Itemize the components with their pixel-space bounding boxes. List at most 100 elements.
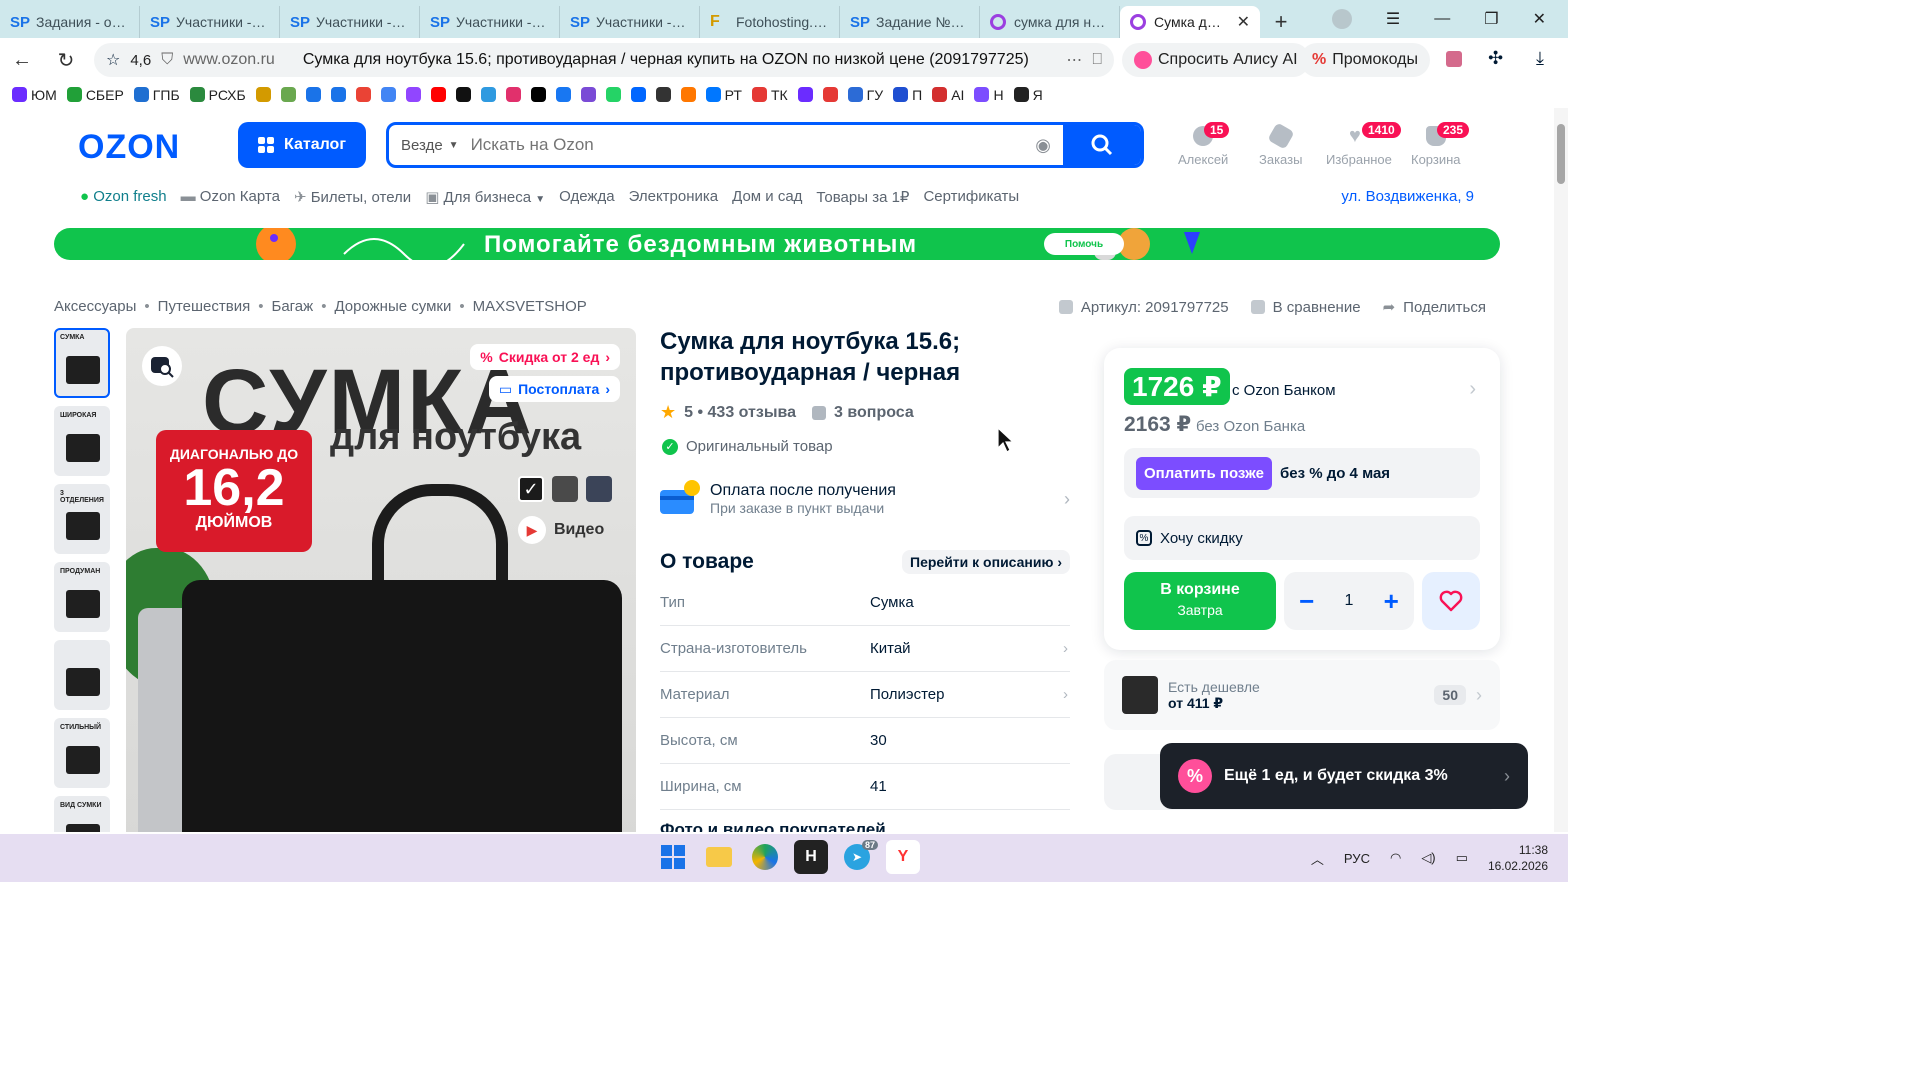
to-description-link[interactable]: Перейти к описанию › — [902, 550, 1070, 574]
pay-later-button[interactable]: Оплатить позже — [1136, 456, 1272, 490]
yandex-browser-icon[interactable]: Y — [886, 840, 920, 874]
restore-button[interactable]: ❐ — [1484, 9, 1498, 29]
increase-button[interactable]: + — [1384, 586, 1399, 617]
file-explorer-icon[interactable] — [702, 840, 736, 874]
minimize-button[interactable]: — — [1434, 10, 1450, 28]
banner-help-button[interactable]: Помочь — [1044, 233, 1124, 255]
chevron-right-icon[interactable]: › — [1469, 378, 1476, 401]
add-to-favorites-button[interactable] — [1422, 572, 1480, 630]
compare-button[interactable]: В сравнение — [1250, 298, 1361, 316]
bookmark-item[interactable] — [605, 87, 621, 102]
bookmark-item[interactable]: ГПБ — [133, 87, 180, 103]
search-scope-dropdown[interactable]: Везде ▼ — [389, 125, 471, 165]
in-cart-button[interactable]: В корзине Завтра — [1124, 572, 1276, 630]
edge-browser-icon[interactable] — [748, 840, 782, 874]
image-search-icon[interactable] — [142, 346, 182, 386]
extensions-icon[interactable]: ✣ — [1488, 48, 1503, 69]
new-tab-button[interactable]: + — [1266, 7, 1296, 37]
profile-link[interactable]: 15 Алексей — [1178, 122, 1230, 167]
bookmark-item[interactable] — [455, 87, 471, 102]
bookmark-item[interactable] — [430, 87, 446, 102]
cheaper-offers[interactable]: Есть дешевле от 411 ₽ 50 › — [1104, 660, 1500, 730]
bookmark-icon[interactable]: ⎕ — [1092, 51, 1102, 69]
pay-after-receipt[interactable]: Оплата после получения При заказе в пунк… — [660, 480, 1070, 518]
bookmark-item[interactable] — [505, 87, 521, 102]
breadcrumb-item[interactable]: Багаж — [271, 298, 313, 315]
bookmark-item[interactable] — [655, 87, 671, 102]
h-app-icon[interactable]: H — [794, 840, 828, 874]
downloads-icon[interactable]: ⤓ — [1536, 48, 1544, 69]
breadcrumb-item[interactable]: MAXSVETSHOP — [473, 298, 587, 315]
bookmark-item[interactable] — [305, 87, 321, 102]
breadcrumb-item[interactable]: Путешествия — [158, 298, 251, 315]
browser-tab[interactable]: F Fotohosting.Pro — [700, 6, 840, 38]
subnav-item[interactable]: ● Ozon fresh — [80, 188, 167, 206]
bookmark-item[interactable] — [355, 87, 371, 102]
sku-label[interactable]: Артикул: 2091797725 — [1058, 298, 1229, 316]
reload-button[interactable]: ↻ — [44, 48, 88, 73]
browser-tab-active[interactable]: Сумка для н ✕ — [1120, 6, 1260, 38]
bookmark-item[interactable]: ГУ — [847, 87, 883, 103]
thumbnail[interactable]: ВИД СУМКИ — [54, 796, 110, 832]
windows-start-icon[interactable] — [656, 840, 690, 874]
extension-photo-icon[interactable] — [1446, 51, 1462, 67]
pay-later-row[interactable]: Оплатить позже без % до 4 мая — [1124, 448, 1480, 498]
telegram-icon[interactable]: ➤ 87 — [840, 840, 878, 874]
thumbnail[interactable]: ШИРОКАЯ — [54, 406, 110, 476]
address-bar[interactable]: ☆ 4,6 ⛉ www.ozon.ru Сумка для ноутбука 1… — [94, 43, 1114, 77]
battery-icon[interactable]: ▭ — [1456, 850, 1468, 866]
bookmark-item[interactable]: ЮМ — [12, 87, 57, 103]
browser-tab[interactable]: SP Участники - пр — [420, 6, 560, 38]
bookmark-item[interactable] — [330, 87, 346, 102]
close-tab-icon[interactable]: ✕ — [1237, 12, 1250, 32]
bookmark-item[interactable] — [580, 87, 596, 102]
ozon-logo[interactable]: OZON — [78, 128, 180, 167]
menu-icon[interactable]: ☰ — [1386, 9, 1400, 29]
discount-toast[interactable]: % Ещё 1 ед, и будет скидка 3% › — [1160, 743, 1528, 809]
search-input[interactable] — [470, 135, 1036, 155]
bookmark-item[interactable] — [255, 87, 271, 102]
bookmark-item[interactable]: П — [893, 87, 922, 103]
shield-icon[interactable]: ⛉ — [161, 51, 173, 69]
bookmark-item[interactable] — [822, 87, 838, 102]
thumbnail[interactable]: СУМКА — [54, 328, 110, 398]
subnav-item[interactable]: Одежда — [559, 188, 614, 206]
reviews-link[interactable]: 5 • 433 отзыва — [684, 404, 796, 422]
subnav-item[interactable]: Товары за 1₽ — [816, 188, 909, 206]
thumbnail[interactable]: ПРОДУМАН — [54, 562, 110, 632]
chevron-up-icon[interactable]: ︿ — [1311, 849, 1324, 868]
profile-icon[interactable] — [1331, 9, 1352, 29]
thumbnail[interactable]: СТИЛЬНЫЙ — [54, 718, 110, 788]
subnav-item[interactable]: ▬ Ozon Карта — [181, 188, 280, 206]
discount-tag[interactable]: % Скидка от 2 ед › — [470, 344, 620, 370]
camera-icon[interactable]: ◉ — [1035, 135, 1051, 156]
postpay-tag[interactable]: ▭ Постоплата › — [488, 376, 620, 402]
bookmark-item[interactable]: Н — [974, 87, 1004, 103]
browser-tab[interactable]: SP Участники - пр — [560, 6, 700, 38]
video-button[interactable]: ▶ Видео — [518, 516, 604, 544]
promo-button[interactable]: % Промокоды — [1300, 43, 1430, 77]
questions-link[interactable]: 3 вопроса — [834, 404, 914, 422]
subnav-item[interactable]: Сертификаты — [923, 188, 1019, 206]
breadcrumb-item[interactable]: Дорожные сумки — [334, 298, 451, 315]
bookmark-item[interactable]: AI — [932, 87, 964, 103]
want-discount-button[interactable]: % Хочу скидку — [1124, 516, 1480, 560]
subnav-item[interactable]: ▣ Для бизнеса ▼ — [425, 188, 545, 206]
subnav-item[interactable]: Дом и сад — [732, 188, 802, 206]
browser-tab[interactable]: сумка для ноут — [980, 6, 1120, 38]
browser-tab[interactable]: SP Задания - общ — [0, 6, 140, 38]
browser-tab[interactable]: SP Участники - пр — [280, 6, 420, 38]
page-scrollbar[interactable] — [1554, 108, 1568, 832]
share-button[interactable]: ➦ Поделиться — [1383, 298, 1486, 317]
spec-row[interactable]: Материал Полиэстер › — [660, 672, 1070, 718]
clock[interactable]: 11:38 16.02.2026 — [1488, 842, 1548, 874]
more-icon[interactable]: ⋯ — [1066, 50, 1082, 70]
main-product-image[interactable]: СУМКА для ноутбука ДИАГОНАЛЬЮ ДО 16,2 ДЮ… — [126, 328, 636, 832]
bookmark-item[interactable] — [380, 87, 396, 102]
orders-link[interactable]: Заказы — [1259, 122, 1302, 167]
alice-button[interactable]: Спросить Алису AI — [1122, 43, 1310, 77]
thumbnail[interactable]: 3 ОТДЕЛЕНИЯ — [54, 484, 110, 554]
browser-tab[interactable]: SP Задание №280 — [840, 6, 980, 38]
catalog-button[interactable]: Каталог — [238, 122, 366, 168]
bookmark-item[interactable] — [280, 87, 296, 102]
